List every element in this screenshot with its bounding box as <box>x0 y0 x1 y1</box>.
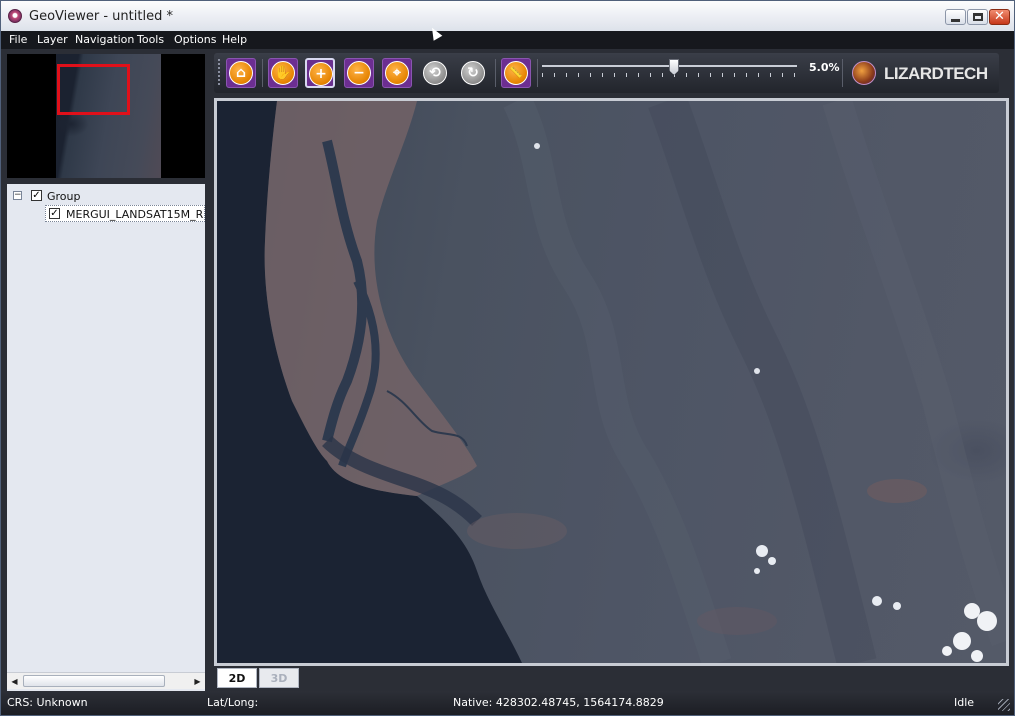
rotate-icon: ⟲ <box>423 61 447 85</box>
view-tabs: 2D 3D <box>214 666 1009 689</box>
layer-row[interactable]: ✓ MERGUI_LANDSAT15M_REV <box>45 205 205 222</box>
minimize-icon <box>951 19 960 22</box>
pan-hand-icon: ✋ <box>271 61 295 85</box>
tree-horizontal-scrollbar[interactable]: ◀ ▶ <box>7 672 205 689</box>
toolbar-separator <box>537 59 538 87</box>
resize-grip[interactable] <box>998 699 1010 711</box>
map-canvas[interactable] <box>217 101 1006 663</box>
map-toolbar: ⌂ ✋ + − ⌖ ⟲ ↻ 📏 5.0% LIZARDTECH <box>214 53 999 93</box>
satellite-imagery <box>217 101 1006 663</box>
zoom-out-button[interactable]: − <box>344 58 374 88</box>
crs-status: CRS: Unknown <box>7 696 88 709</box>
toolbar-separator <box>842 59 843 87</box>
toolbar-separator <box>495 59 496 87</box>
group-checkbox[interactable]: ✓ <box>31 190 42 201</box>
toolbar-separator <box>262 59 263 87</box>
menu-help[interactable]: Help <box>222 33 247 46</box>
lizardtech-globe-icon <box>852 61 876 85</box>
menu-bar: File Layer Navigation Tools Options Help <box>1 31 1014 49</box>
menu-options[interactable]: Options <box>174 33 216 46</box>
scroll-thumb[interactable] <box>23 675 165 687</box>
overview-map[interactable] <box>7 54 205 178</box>
center-button[interactable]: ⌖ <box>382 58 412 88</box>
idle-status: Idle <box>954 696 975 709</box>
brand-name: LIZARDTECH <box>884 64 988 83</box>
zoom-slider-ticks <box>542 73 797 77</box>
measure-button[interactable]: 📏 <box>501 58 531 88</box>
tab-3d[interactable]: 3D <box>259 668 299 688</box>
home-button[interactable]: ⌂ <box>226 58 256 88</box>
reset-rotation-icon: ↻ <box>461 61 485 85</box>
rotate-button[interactable]: ⟲ <box>420 58 450 88</box>
layer-label: MERGUI_LANDSAT15M_REV <box>66 208 205 221</box>
group-label: Group <box>47 190 81 203</box>
menu-navigation[interactable]: Navigation <box>75 33 134 46</box>
status-bar: CRS: Unknown Lat/Long: Native: 428302.48… <box>1 691 1014 715</box>
layer-tree: − ✓ Group ✓ MERGUI_LANDSAT15M_REV ◀ ▶ <box>7 184 205 691</box>
group-collapse-toggle[interactable]: − <box>13 191 22 200</box>
pan-button[interactable]: ✋ <box>268 58 298 88</box>
scroll-right-icon[interactable]: ▶ <box>190 674 205 689</box>
close-icon: ✕ <box>994 9 1005 24</box>
app-logo-icon <box>8 9 22 23</box>
left-panel: − ✓ Group ✓ MERGUI_LANDSAT15M_REV ◀ ▶ <box>4 51 209 691</box>
latlong-status: Lat/Long: <box>207 696 259 709</box>
center-target-icon: ⌖ <box>385 61 409 85</box>
zoom-slider[interactable] <box>542 59 797 83</box>
scroll-left-icon[interactable]: ◀ <box>7 674 22 689</box>
app-window: GeoViewer - untitled * ✕ File Layer Navi… <box>0 0 1015 716</box>
zoom-out-icon: − <box>347 61 371 85</box>
menu-layer[interactable]: Layer <box>37 33 68 46</box>
tab-2d[interactable]: 2D <box>217 668 257 688</box>
menu-file[interactable]: File <box>9 33 27 46</box>
zoom-in-button[interactable]: + <box>305 58 335 88</box>
close-button[interactable]: ✕ <box>989 9 1010 25</box>
menu-tools[interactable]: Tools <box>137 33 164 46</box>
home-icon: ⌂ <box>229 61 253 85</box>
zoom-in-icon: + <box>309 62 333 86</box>
maximize-button[interactable] <box>967 9 988 25</box>
zoom-level-label: 5.0% <box>809 61 840 74</box>
overview-viewport-frame[interactable] <box>57 64 130 115</box>
toolbar-grip[interactable] <box>218 59 220 87</box>
window-title: GeoViewer - untitled * <box>29 9 173 24</box>
measure-ruler-icon: 📏 <box>504 61 528 85</box>
maximize-icon <box>973 13 983 21</box>
reset-rotation-button[interactable]: ↻ <box>458 58 488 88</box>
minimize-button[interactable] <box>945 9 966 25</box>
title-bar: GeoViewer - untitled * ✕ <box>1 1 1014 31</box>
map-view-frame <box>214 98 1009 666</box>
lizardtech-logo: LIZARDTECH <box>852 61 992 85</box>
layer-checkbox[interactable]: ✓ <box>49 208 60 219</box>
native-coords-status: Native: 428302.48745, 1564174.8829 <box>453 696 664 709</box>
